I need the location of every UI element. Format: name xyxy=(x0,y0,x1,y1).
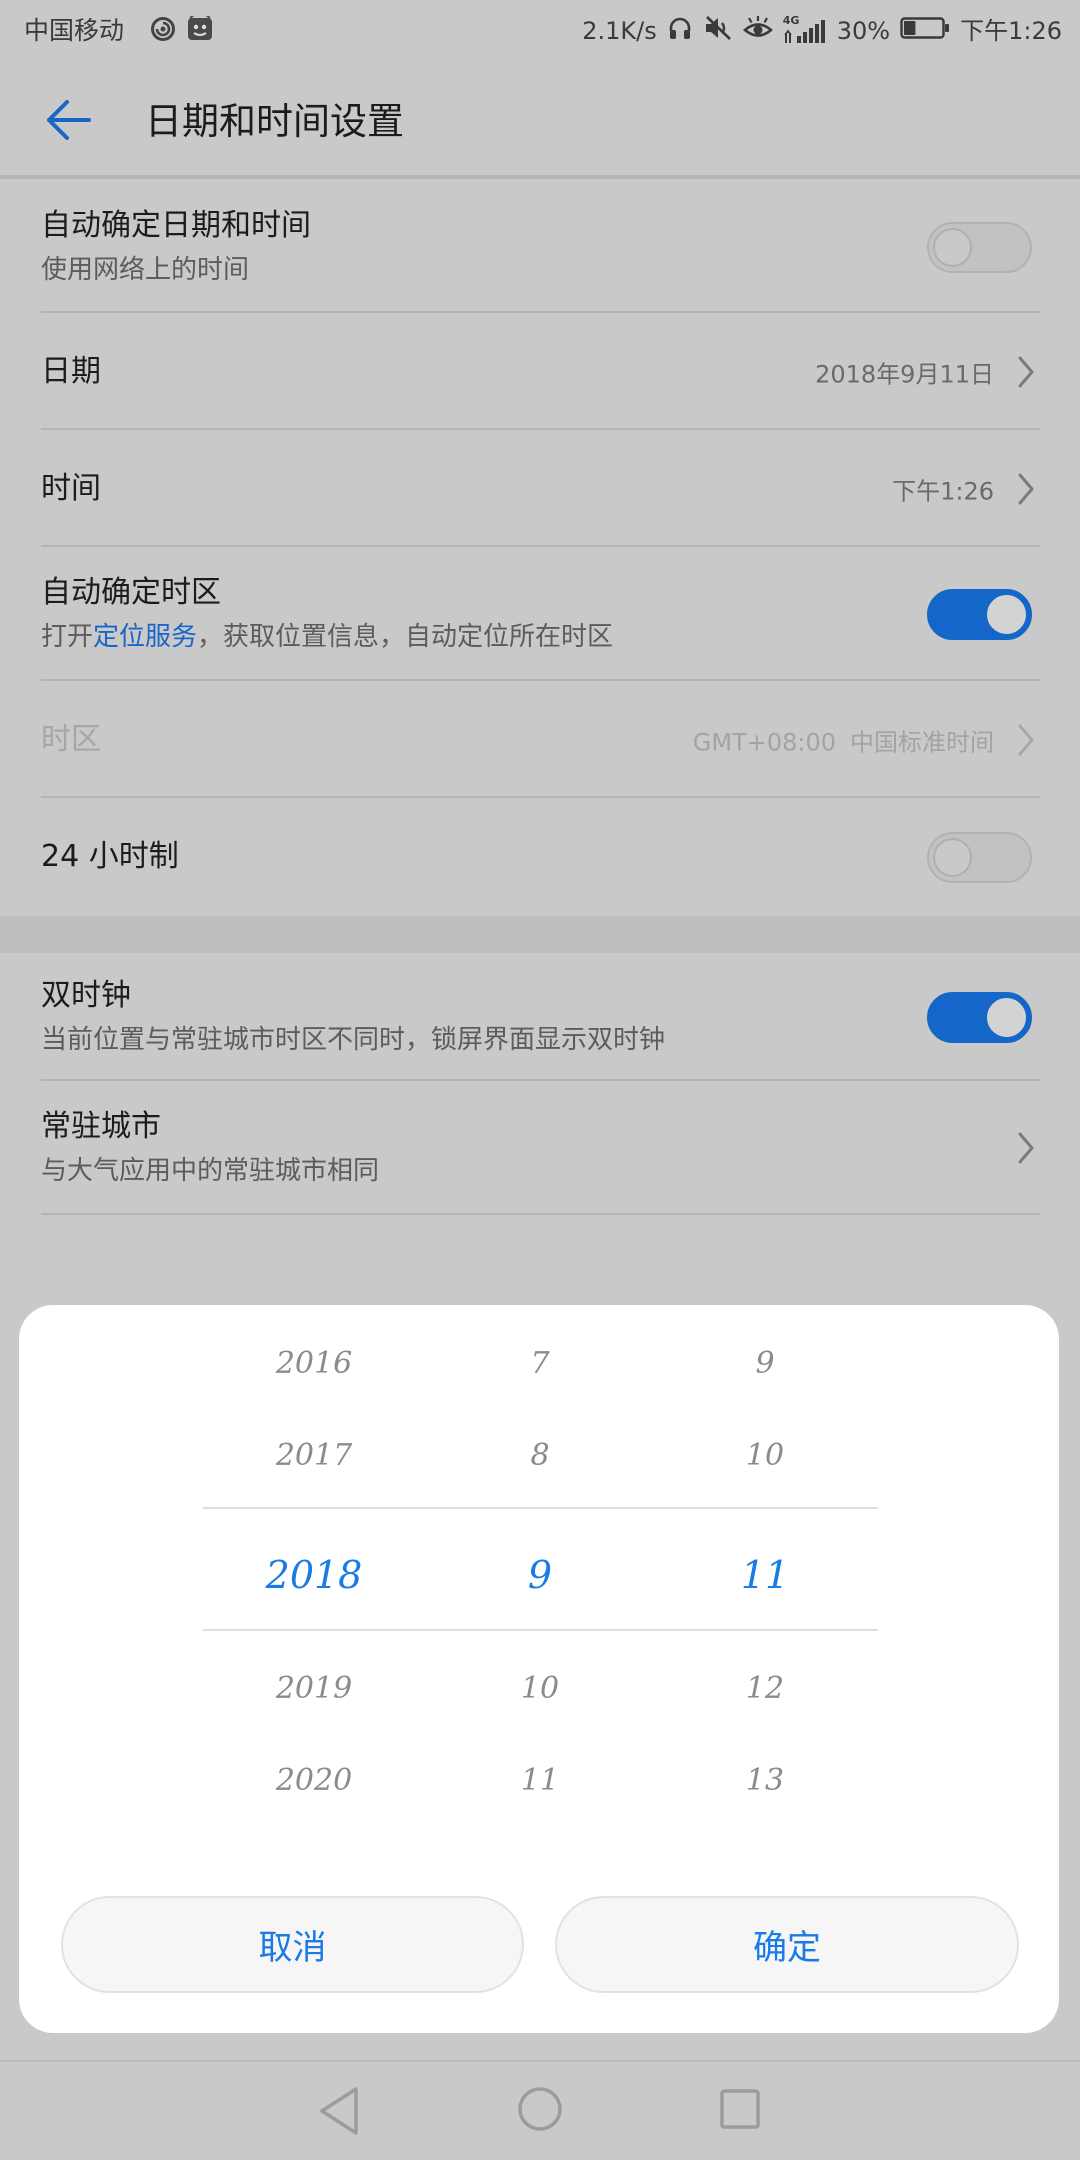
eye-comfort-icon xyxy=(742,15,773,47)
status-bar: 中国移动 2.1K/s 4G 30% 下午1:26 xyxy=(0,0,1080,62)
timezone-offset: GMT+08:00 xyxy=(692,728,836,756)
timezone-name: 中国标准时间 xyxy=(850,728,994,756)
timezone-value: GMT+08:00 中国标准时间 xyxy=(693,722,994,757)
day-option[interactable]: 10 xyxy=(655,1426,875,1486)
chevron-right-icon xyxy=(1018,473,1034,504)
month-option[interactable]: 7 xyxy=(430,1334,650,1394)
chevron-right-icon xyxy=(1018,356,1034,387)
day-option[interactable]: 11 xyxy=(655,1545,875,1605)
subtitle-prefix: 打开 xyxy=(41,622,94,652)
date-row[interactable]: 日期 2018年9月11日 xyxy=(0,313,1080,430)
auto-timezone-toggle[interactable] xyxy=(927,589,1032,640)
status-right-group: 2.1K/s 4G 30% 下午1:26 xyxy=(582,0,1062,62)
date-value: 2018年9月11日 xyxy=(815,360,994,388)
auto-timezone-title: 自动确定时区 xyxy=(41,575,221,610)
auto-datetime-title: 自动确定日期和时间 xyxy=(41,207,311,243)
time-row[interactable]: 时间 下午1:26 xyxy=(0,430,1080,547)
location-service-link[interactable]: 定位服务 xyxy=(93,622,197,652)
auto-timezone-subtitle: 打开定位服务，获取位置信息，自动定位所在时区 xyxy=(41,619,613,655)
subtitle-suffix: ，获取位置信息，自动定位所在时区 xyxy=(197,622,614,652)
toggle-knob xyxy=(987,595,1026,634)
dual-clock-title: 双时钟 xyxy=(41,978,131,1013)
signal-icon: 4G xyxy=(783,15,827,45)
battery-icon xyxy=(900,16,950,46)
time-value: 下午1:26 xyxy=(892,477,994,505)
date-picker-dialog: 2016 2017 2018 2019 2020 7 8 9 10 11 9 1… xyxy=(19,1305,1059,2033)
carrier-name: 中国移动 xyxy=(24,16,125,45)
chevron-right-icon xyxy=(1018,1132,1034,1164)
back-arrow-icon xyxy=(43,97,93,147)
nav-recents-button[interactable] xyxy=(706,2075,774,2143)
auto-timezone-row[interactable]: 自动确定时区 打开定位服务，获取位置信息，自动定位所在时区 xyxy=(0,547,1080,681)
time-title: 时间 xyxy=(41,470,101,506)
confirm-button[interactable]: 确定 xyxy=(555,1896,1019,1993)
day-option[interactable]: 9 xyxy=(655,1334,875,1394)
divider xyxy=(41,1213,1040,1215)
cancel-button-label: 取消 xyxy=(258,1928,327,1968)
auto-datetime-subtitle: 使用网络上的时间 xyxy=(41,254,250,285)
mute-icon xyxy=(703,15,733,47)
chevron-right-icon xyxy=(1018,724,1034,755)
year-option[interactable]: 2020 xyxy=(204,1751,424,1811)
page-title: 日期和时间设置 xyxy=(145,100,404,143)
hour-24-row[interactable]: 24 小时制 xyxy=(0,798,1080,916)
year-option[interactable]: 2019 xyxy=(204,1659,424,1719)
selection-line-bottom xyxy=(203,1629,878,1631)
hour-24-title: 24 小时制 xyxy=(41,839,179,874)
home-city-subtitle: 与大气应用中的常驻城市相同 xyxy=(41,1156,380,1186)
timezone-row: 时区 GMT+08:00 中国标准时间 xyxy=(0,681,1080,798)
nav-home-button[interactable] xyxy=(506,2075,574,2143)
app-bar-divider xyxy=(0,175,1080,179)
status-left-icons xyxy=(150,0,214,62)
year-option[interactable]: 2017 xyxy=(204,1426,424,1486)
home-city-row[interactable]: 常驻城市 与大气应用中的常驻城市相同 xyxy=(0,1081,1080,1215)
hour-24-toggle[interactable] xyxy=(927,832,1032,883)
day-wheel[interactable]: 9 10 11 12 13 xyxy=(655,1305,875,1845)
app-badge-icon xyxy=(186,14,214,46)
date-title: 日期 xyxy=(41,353,101,389)
battery-percent: 30% xyxy=(836,17,891,45)
nav-back-icon xyxy=(320,2087,358,2135)
nav-recents-icon xyxy=(720,2089,760,2129)
home-city-title: 常驻城市 xyxy=(41,1109,161,1144)
month-option[interactable]: 9 xyxy=(430,1545,650,1605)
year-wheel[interactable]: 2016 2017 2018 2019 2020 xyxy=(204,1305,424,1845)
dual-clock-toggle[interactable] xyxy=(927,992,1032,1043)
dual-clock-row[interactable]: 双时钟 当前位置与常驻城市时区不同时，锁屏界面显示双时钟 xyxy=(0,953,1080,1081)
auto-datetime-row[interactable]: 自动确定日期和时间 使用网络上的时间 xyxy=(0,180,1080,313)
cancel-button[interactable]: 取消 xyxy=(61,1896,524,1993)
app-bar: 日期和时间设置 xyxy=(0,62,1080,175)
day-option[interactable]: 13 xyxy=(655,1751,875,1811)
navigation-bar xyxy=(0,2062,1080,2160)
month-option[interactable]: 11 xyxy=(430,1751,650,1811)
clock-time: 下午1:26 xyxy=(960,17,1062,45)
selection-line-top xyxy=(203,1507,878,1509)
day-option[interactable]: 12 xyxy=(655,1659,875,1719)
nav-home-icon xyxy=(518,2087,562,2131)
toggle-knob xyxy=(987,998,1026,1037)
section-gap xyxy=(0,916,1080,953)
network-speed: 2.1K/s xyxy=(582,17,657,45)
year-option[interactable]: 2016 xyxy=(204,1334,424,1394)
swirl-icon xyxy=(150,16,176,46)
timezone-title: 时区 xyxy=(41,721,101,757)
month-option[interactable]: 10 xyxy=(430,1659,650,1719)
confirm-button-label: 确定 xyxy=(753,1928,821,1968)
month-wheel[interactable]: 7 8 9 10 11 xyxy=(430,1305,650,1845)
toggle-knob xyxy=(933,838,972,877)
back-button[interactable] xyxy=(40,96,96,148)
auto-datetime-toggle[interactable] xyxy=(927,221,1032,273)
dual-clock-subtitle: 当前位置与常驻城市时区不同时，锁屏界面显示双时钟 xyxy=(41,1025,666,1055)
year-option[interactable]: 2018 xyxy=(204,1545,424,1605)
nav-back-button[interactable] xyxy=(306,2077,374,2145)
headphone-icon xyxy=(667,15,693,47)
month-option[interactable]: 8 xyxy=(430,1426,650,1486)
toggle-knob xyxy=(933,227,972,267)
